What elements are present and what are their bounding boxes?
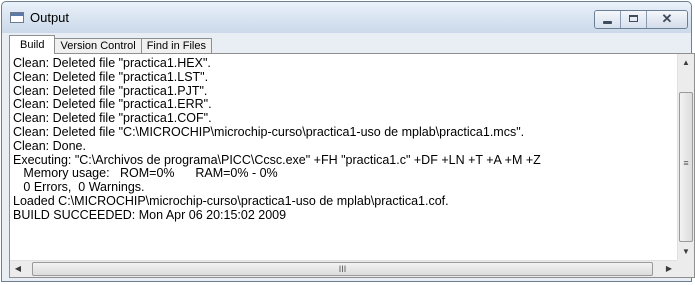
caption-buttons: ✕	[594, 10, 688, 29]
log-line: Clean: Done.	[13, 138, 86, 153]
maximize-icon	[629, 15, 638, 22]
scroll-left-icon[interactable]: ◀	[10, 261, 26, 277]
log-line: Memory usage: ROM=0% RAM=0% - 0%	[13, 166, 278, 181]
log-line: BUILD SUCCEEDED: Mon Apr 06 20:15:02 200…	[13, 207, 287, 222]
tab-strip: Build Version Control Find in Files	[9, 34, 212, 54]
scroll-down-icon[interactable]: ▼	[678, 243, 694, 260]
log-line: Clean: Deleted file "practica1.LST".	[13, 69, 209, 84]
tab-find-in-files[interactable]: Find in Files	[140, 38, 212, 54]
scroll-right-icon[interactable]: ▶	[661, 261, 677, 277]
horizontal-scrollbar[interactable]: ◀ III ▶	[10, 260, 677, 277]
grip-icon: ≡	[683, 158, 689, 168]
build-output-panel: Clean: Deleted file "practica1.HEX". Cle…	[9, 53, 695, 278]
grip-icon: III	[338, 264, 347, 274]
log-line: Loaded C:\MICROCHIP\microchip-curso\prac…	[13, 193, 449, 208]
log-line: Executing: "C:\Archivos de programa\PICC…	[13, 152, 541, 167]
close-icon: ✕	[661, 11, 673, 26]
tab-version-control[interactable]: Version Control	[54, 38, 142, 54]
window-title: Output	[30, 10, 70, 25]
vertical-scroll-thumb[interactable]: ≡	[679, 92, 693, 242]
title-bar[interactable]: Output ✕	[2, 2, 691, 33]
scroll-up-icon[interactable]: ▲	[678, 54, 694, 71]
output-window: Output ✕ Build Version Control Find in F…	[1, 1, 695, 282]
close-button[interactable]: ✕	[647, 11, 687, 28]
tab-build[interactable]: Build	[9, 35, 56, 54]
log-line: Clean: Deleted file "practica1.HEX".	[13, 57, 211, 70]
maximize-button[interactable]	[621, 11, 647, 28]
log-line: Clean: Deleted file "practica1.ERR".	[13, 97, 212, 112]
window-icon	[10, 12, 24, 23]
horizontal-scroll-thumb[interactable]: III	[32, 262, 653, 276]
log-line: Clean: Deleted file "C:\MICROCHIP\microc…	[13, 124, 525, 139]
minimize-icon	[603, 21, 612, 24]
log-line: Clean: Deleted file "practica1.COF".	[13, 111, 212, 126]
minimize-button[interactable]	[595, 11, 621, 28]
log-line: 0 Errors, 0 Warnings.	[13, 180, 145, 195]
scrollbar-corner	[677, 260, 694, 277]
vertical-scrollbar[interactable]: ▲ ≡ ▼	[677, 54, 694, 260]
build-log[interactable]: Clean: Deleted file "practica1.HEX". Cle…	[13, 57, 675, 259]
log-line: Clean: Deleted file "practica1.PJT".	[13, 83, 208, 98]
